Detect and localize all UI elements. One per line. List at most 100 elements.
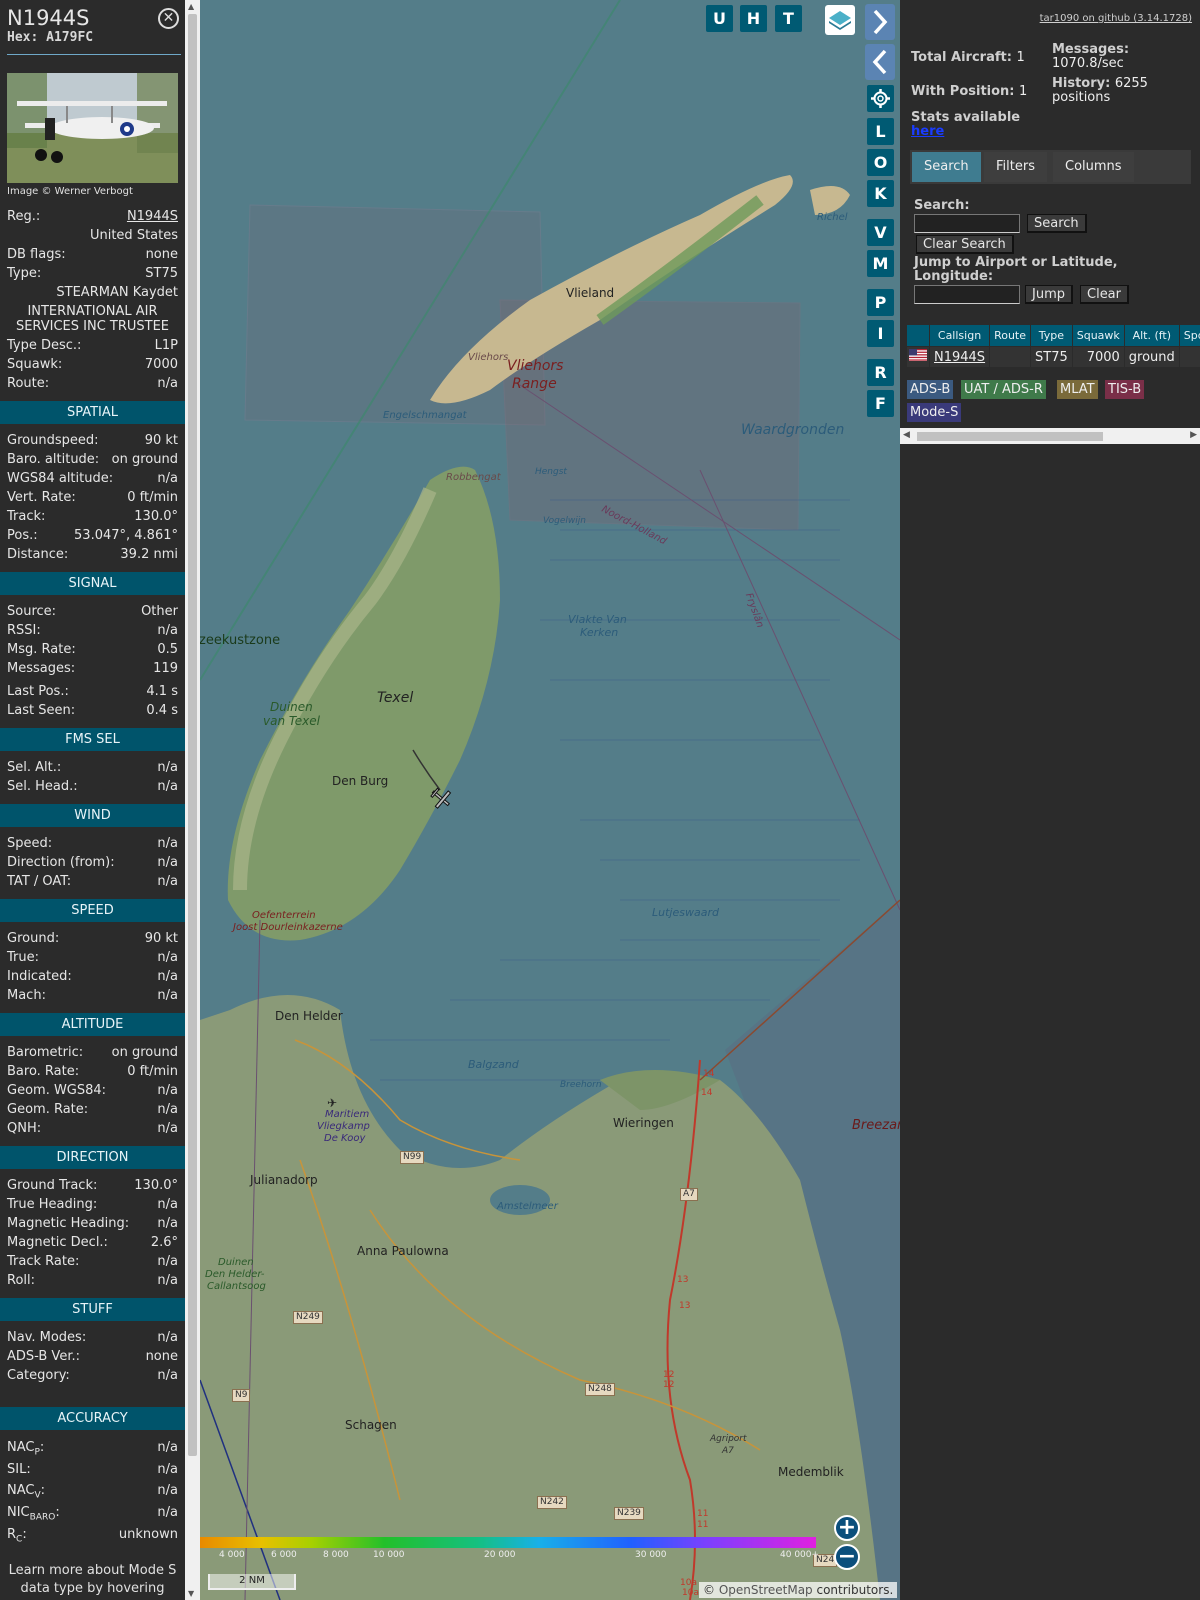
nacv-value: n/a bbox=[157, 1483, 178, 1498]
info-label: Direction (from): bbox=[7, 855, 115, 870]
info-row: Distance: 39.2 nmi bbox=[7, 545, 178, 564]
route-label: Route: bbox=[7, 376, 50, 391]
nicbaro-row: NICBARO: n/a bbox=[7, 1501, 178, 1524]
stats-link[interactable]: here bbox=[911, 124, 944, 139]
info-row: Track: 130.0° bbox=[7, 507, 178, 526]
info-label: Groundspeed: bbox=[7, 433, 99, 448]
total-aircraft-label: Total Aircraft: bbox=[911, 50, 1012, 65]
selected-callsign: N1944S bbox=[7, 6, 90, 30]
table-horizontal-scrollbar[interactable]: ◀ ▶ bbox=[900, 428, 1200, 444]
map-button-l[interactable]: L bbox=[867, 118, 894, 145]
tab-columns[interactable]: Columns bbox=[1053, 152, 1134, 182]
map-label-richel: Richel bbox=[817, 212, 848, 223]
map-canvas[interactable] bbox=[200, 0, 900, 1600]
settings-button[interactable] bbox=[867, 85, 894, 112]
junction-11b: 11 bbox=[697, 1520, 709, 1530]
search-input[interactable] bbox=[914, 214, 1020, 233]
cell-speed bbox=[1179, 347, 1200, 367]
reg-link[interactable]: N1944S bbox=[127, 207, 178, 226]
clear-search-button[interactable]: Clear Search bbox=[916, 235, 1014, 254]
restricted-zone-1 bbox=[244, 204, 546, 426]
osm-link[interactable]: OpenStreetMap bbox=[719, 1583, 813, 1597]
column-header-callsign[interactable]: Callsign bbox=[930, 325, 990, 346]
sidebar-expand-button[interactable] bbox=[865, 4, 895, 40]
map-label-maritiem-2: Vliegkamp bbox=[317, 1121, 370, 1132]
info-footer-note: Learn more about Mode S data type by hov… bbox=[8, 1563, 177, 1600]
info-row: Baro. Rate: 0 ft/min bbox=[7, 1062, 178, 1081]
column-header-altitude[interactable]: Alt. (ft) bbox=[1124, 325, 1179, 346]
info-row: Indicated: n/a bbox=[7, 967, 178, 986]
column-header-speed[interactable]: Spd. bbox=[1179, 325, 1200, 346]
zoom-in-button[interactable]: + bbox=[834, 1515, 860, 1541]
info-scrollbar[interactable]: ▲ ▼ bbox=[185, 0, 200, 1600]
info-value: n/a bbox=[157, 950, 178, 965]
map-button-r[interactable]: R bbox=[867, 359, 894, 386]
map-label-vlieland: Vlieland bbox=[566, 286, 615, 300]
map-label-agriport-1: Agriport bbox=[710, 1434, 747, 1444]
road-shield-n242: N242 bbox=[537, 1496, 567, 1509]
column-header-flag[interactable] bbox=[907, 325, 929, 346]
column-header-route[interactable]: Route bbox=[990, 325, 1030, 346]
tab-search[interactable]: Search bbox=[912, 152, 981, 182]
info-value: 0.5 bbox=[157, 642, 178, 657]
map-button-f[interactable]: F bbox=[867, 390, 894, 417]
map-button-h[interactable]: H bbox=[740, 5, 767, 32]
column-header-squawk[interactable]: Squawk bbox=[1072, 325, 1124, 346]
map-button-o[interactable]: O bbox=[867, 149, 894, 176]
map-button-t[interactable]: T bbox=[775, 5, 802, 32]
layers-button[interactable] bbox=[825, 5, 855, 35]
info-value: on ground bbox=[111, 1045, 178, 1060]
scroll-up-icon[interactable]: ▲ bbox=[188, 2, 194, 11]
cell-type: ST75 bbox=[1031, 347, 1072, 367]
map-view[interactable]: Vlieland Vliehors Vliehors Range Engelsc… bbox=[200, 0, 900, 1600]
aircraft-marker-icon[interactable] bbox=[429, 786, 453, 810]
nacp-label-sub: P bbox=[34, 1447, 40, 1458]
road-shield-n249: N249 bbox=[293, 1311, 323, 1324]
table-row[interactable]: N1944S ST75 7000 ground bbox=[907, 347, 1200, 367]
nacp-row: NACP: n/a bbox=[7, 1437, 178, 1459]
scroll-right-icon[interactable]: ▶ bbox=[1190, 430, 1197, 440]
info-row: Last Pos.: 4.1 s bbox=[7, 682, 178, 701]
cell-callsign[interactable]: N1944S bbox=[930, 347, 990, 367]
info-label: Ground Track: bbox=[7, 1178, 98, 1193]
sidebar-collapse-button[interactable] bbox=[865, 44, 895, 80]
info-label: Pos.: bbox=[7, 528, 38, 543]
direction-list: Ground Track: 130.0° True Heading: n/a Magne… bbox=[0, 1176, 185, 1290]
db-flags-label: DB flags: bbox=[7, 247, 66, 262]
map-button-k[interactable]: K bbox=[867, 180, 894, 207]
clear-jump-button[interactable]: Clear bbox=[1080, 285, 1129, 304]
map-button-u[interactable]: U bbox=[706, 5, 733, 32]
jump-label: Jump to Airport or Latitude, Longitude: bbox=[914, 255, 1118, 284]
map-label-anna-paulowna: Anna Paulowna bbox=[357, 1244, 449, 1258]
info-row: Ground Track: 130.0° bbox=[7, 1176, 178, 1195]
close-icon[interactable]: ✕ bbox=[158, 8, 179, 29]
map-button-m[interactable]: M bbox=[867, 250, 894, 277]
section-spatial: SPATIAL bbox=[0, 401, 185, 424]
scroll-down-icon[interactable]: ▼ bbox=[188, 1589, 194, 1598]
map-button-p[interactable]: P bbox=[867, 289, 894, 316]
aircraft-photo[interactable] bbox=[7, 73, 178, 183]
aircraft-table: Callsign Route Type Squawk Alt. (ft) Spd… bbox=[906, 324, 1200, 368]
map-label-vliehors-range-1: Vliehors bbox=[507, 358, 564, 374]
airport-icon[interactable]: ✈ bbox=[327, 1096, 337, 1110]
nacv-label-sub: V bbox=[34, 1490, 41, 1501]
info-row: Sel. Alt.: n/a bbox=[7, 758, 178, 777]
info-row: Last Seen: 0.4 s bbox=[7, 701, 178, 720]
search-button[interactable]: Search bbox=[1027, 214, 1087, 233]
map-label-texel: Texel bbox=[377, 690, 414, 706]
column-header-type[interactable]: Type bbox=[1031, 325, 1072, 346]
scroll-left-icon[interactable]: ◀ bbox=[903, 430, 910, 440]
map-button-i[interactable]: I bbox=[867, 320, 894, 347]
map-button-v[interactable]: V bbox=[867, 219, 894, 246]
table-header-row: Callsign Route Type Squawk Alt. (ft) Spd… bbox=[907, 325, 1200, 346]
type-desc-row: Type Desc.: L1P bbox=[7, 336, 178, 355]
scrollbar-thumb[interactable] bbox=[188, 14, 197, 1456]
jump-button[interactable]: Jump bbox=[1025, 285, 1073, 304]
github-link[interactable]: tar1090 on github (3.14.1728) bbox=[1040, 13, 1192, 24]
jump-input[interactable] bbox=[914, 285, 1020, 304]
zoom-out-button[interactable]: − bbox=[834, 1544, 860, 1570]
tab-filters[interactable]: Filters bbox=[984, 152, 1047, 182]
horizontal-scroll-thumb[interactable] bbox=[917, 432, 1103, 441]
map-label-amstelmeer: Amstelmeer bbox=[497, 1201, 558, 1212]
aircraft-model: STEARMAN Kaydet bbox=[56, 285, 178, 300]
